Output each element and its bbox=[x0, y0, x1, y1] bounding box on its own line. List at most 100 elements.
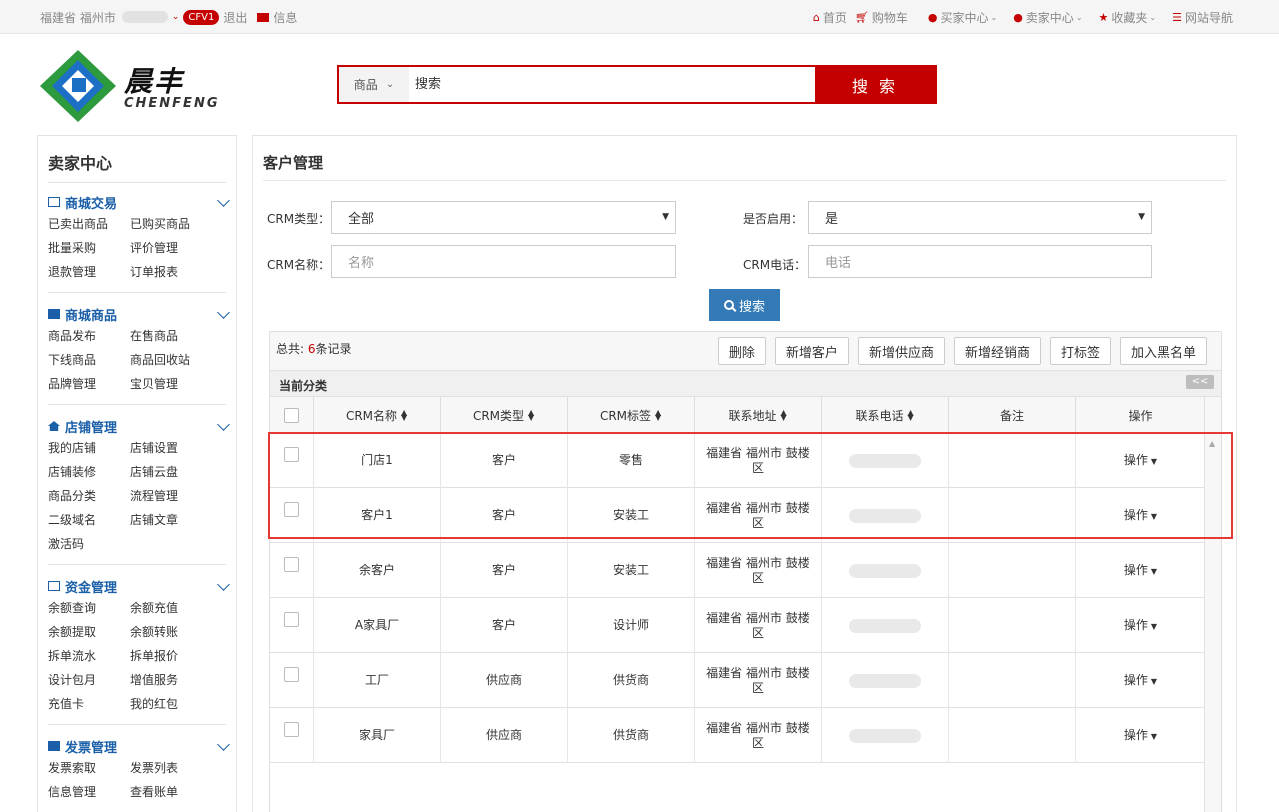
crm-phone-label: CRM电话： bbox=[743, 258, 807, 272]
cell-name: A家具厂 bbox=[314, 598, 441, 653]
seller-center-link[interactable]: ● 卖家中心 ⌄ bbox=[1013, 9, 1082, 26]
filter-search-button[interactable]: 搜索 bbox=[709, 289, 780, 321]
sidebar-item[interactable]: 商品回收站 bbox=[130, 348, 212, 372]
sidebar-item[interactable]: 已卖出商品 bbox=[48, 212, 130, 236]
sidebar-item[interactable]: 品牌管理 bbox=[48, 372, 130, 396]
search-category-select[interactable]: 商品 ⌄ bbox=[339, 67, 409, 102]
sidebar-item[interactable]: 拆单报价 bbox=[130, 644, 212, 668]
chevron-down-icon[interactable]: ⌄ bbox=[172, 12, 180, 22]
collapse-button[interactable]: << bbox=[1186, 375, 1214, 389]
cell-name: 门店1 bbox=[314, 433, 441, 488]
row-checkbox[interactable] bbox=[284, 667, 299, 682]
sidebar-item[interactable]: 我的红包 bbox=[130, 692, 212, 716]
sidebar-item[interactable]: 激活码 bbox=[48, 532, 130, 556]
operation-dropdown[interactable]: 操作 ▼ bbox=[1076, 488, 1205, 543]
location-text[interactable]: 福建省 福州市 bbox=[40, 9, 116, 26]
sidebar-section-header[interactable]: 资金管理 bbox=[48, 576, 230, 596]
operation-dropdown[interactable]: 操作 ▼ bbox=[1076, 708, 1205, 763]
crm-name-input[interactable]: 名称 bbox=[331, 245, 676, 278]
sidebar-item[interactable]: 我的店铺 bbox=[48, 436, 130, 460]
sidebar-item[interactable]: 设计包月 bbox=[48, 668, 130, 692]
logo-text: 晨丰 bbox=[124, 65, 185, 98]
sidebar-item[interactable]: 充值卡 bbox=[48, 692, 130, 716]
col-header-phone[interactable]: 联系电话 ▲ ▼ bbox=[822, 397, 949, 433]
sidebar-item[interactable]: 余额查询 bbox=[48, 596, 130, 620]
add-supplier-button[interactable]: 新增供应商 bbox=[857, 337, 945, 365]
caret-down-icon: ▼ bbox=[1150, 456, 1158, 466]
col-header-name[interactable]: CRM名称 ▲ ▼ bbox=[314, 397, 441, 433]
sidebar-section-header[interactable]: 商城交易 bbox=[48, 192, 230, 212]
row-checkbox[interactable] bbox=[284, 722, 299, 737]
crm-phone-input[interactable]: 电话 bbox=[808, 245, 1152, 278]
site-nav-link[interactable]: ☰ 网站导航 bbox=[1172, 9, 1233, 26]
table-row[interactable]: 门店1 客户 零售 福建省 福州市 鼓楼区 操作 ▼ bbox=[270, 433, 1205, 488]
sidebar-item[interactable]: 发票列表 bbox=[130, 756, 212, 780]
operation-dropdown[interactable]: 操作 ▼ bbox=[1076, 598, 1205, 653]
sidebar-item[interactable]: 余额转账 bbox=[130, 620, 212, 644]
sidebar-item[interactable]: 拆单流水 bbox=[48, 644, 130, 668]
home-link[interactable]: ⌂ 首页 bbox=[813, 9, 847, 26]
row-checkbox[interactable] bbox=[284, 447, 299, 462]
blacklist-button[interactable]: 加入黑名单 bbox=[1119, 337, 1207, 365]
crm-type-select[interactable]: 全部 ▼ bbox=[331, 201, 676, 234]
col-header-address[interactable]: 联系地址 ▲ ▼ bbox=[695, 397, 822, 433]
category-title: 当前分类 bbox=[279, 379, 328, 393]
col-header-type[interactable]: CRM类型 ▲ ▼ bbox=[441, 397, 568, 433]
sidebar-item[interactable]: 在售商品 bbox=[130, 324, 212, 348]
sidebar-item[interactable]: 店铺装修 bbox=[48, 460, 130, 484]
grid-header: CRM名称 ▲ ▼ CRM类型 ▲ ▼ CRM标签 ▲ ▼ 联系地址 ▲ ▼ 联系电话 ▲ ▼ 备注… bbox=[270, 397, 1205, 433]
scroll-up-icon[interactable]: ▲ bbox=[1209, 439, 1215, 448]
sidebar-item[interactable]: 查看账单 bbox=[130, 780, 212, 804]
logout-link[interactable]: 退出 bbox=[223, 9, 247, 26]
row-checkbox[interactable] bbox=[284, 502, 299, 517]
sidebar-section-header[interactable]: 商城商品 bbox=[48, 304, 230, 324]
buyer-center-link[interactable]: ● 买家中心 ⌄ bbox=[928, 9, 997, 26]
sidebar-item[interactable]: 宝贝管理 bbox=[130, 372, 212, 396]
sidebar-item[interactable]: 流程管理 bbox=[130, 484, 212, 508]
search-button[interactable]: 搜 索 bbox=[815, 67, 935, 102]
sidebar-item[interactable]: 余额提取 bbox=[48, 620, 130, 644]
message-link[interactable]: 信息 bbox=[273, 9, 297, 26]
sidebar-item[interactable]: 下线商品 bbox=[48, 348, 130, 372]
select-all-checkbox[interactable] bbox=[284, 407, 299, 423]
sidebar-item[interactable]: 订单报表 bbox=[130, 260, 212, 284]
sidebar-item[interactable]: 已购买商品 bbox=[130, 212, 212, 236]
table-row[interactable]: 工厂 供应商 供货商 福建省 福州市 鼓楼区 操作 ▼ bbox=[270, 653, 1205, 708]
sidebar-item[interactable]: 商品发布 bbox=[48, 324, 130, 348]
tag-button[interactable]: 打标签 bbox=[1049, 337, 1111, 365]
table-row[interactable]: 余客户 客户 安装工 福建省 福州市 鼓楼区 操作 ▼ bbox=[270, 543, 1205, 598]
row-checkbox[interactable] bbox=[284, 612, 299, 627]
operation-dropdown[interactable]: 操作 ▼ bbox=[1076, 543, 1205, 598]
table-row[interactable]: 客户1 客户 安装工 福建省 福州市 鼓楼区 操作 ▼ bbox=[270, 488, 1205, 543]
sidebar-item[interactable]: 增值服务 bbox=[130, 668, 212, 692]
search-input[interactable] bbox=[409, 67, 815, 102]
table-row[interactable]: A家具厂 客户 设计师 福建省 福州市 鼓楼区 操作 ▼ bbox=[270, 598, 1205, 653]
add-customer-button[interactable]: 新增客户 bbox=[774, 337, 849, 365]
sidebar-section-header[interactable]: 店铺管理 bbox=[48, 416, 230, 436]
sidebar-item[interactable]: 批量采购 bbox=[48, 236, 130, 260]
operation-dropdown[interactable]: 操作 ▼ bbox=[1076, 433, 1205, 488]
row-checkbox[interactable] bbox=[284, 557, 299, 572]
vertical-scrollbar[interactable]: ▲ bbox=[1204, 397, 1221, 812]
vip-badge[interactable]: CFV1 bbox=[183, 9, 220, 25]
cart-link[interactable]: 🛒︎ 购物车 bbox=[855, 9, 908, 26]
sidebar-item[interactable]: 余额充值 bbox=[130, 596, 212, 620]
operation-dropdown[interactable]: 操作 ▼ bbox=[1076, 653, 1205, 708]
sidebar-item[interactable]: 二级域名 bbox=[48, 508, 130, 532]
table-row[interactable]: 家具厂 供应商 供货商 福建省 福州市 鼓楼区 操作 ▼ bbox=[270, 708, 1205, 763]
col-header-tag[interactable]: CRM标签 ▲ ▼ bbox=[568, 397, 695, 433]
sidebar-item[interactable]: 商品分类 bbox=[48, 484, 130, 508]
sidebar-item[interactable]: 店铺云盘 bbox=[130, 460, 212, 484]
sidebar-item[interactable]: 店铺文章 bbox=[130, 508, 212, 532]
sidebar-item[interactable]: 退款管理 bbox=[48, 260, 130, 284]
enabled-select[interactable]: 是 ▼ bbox=[808, 201, 1152, 234]
sidebar-item[interactable]: 店铺设置 bbox=[130, 436, 212, 460]
favorites-link[interactable]: ★ 收藏夹 ⌄ bbox=[1099, 9, 1157, 26]
site-logo[interactable]: 晨丰 CHENFENG bbox=[38, 48, 238, 124]
delete-button[interactable]: 删除 bbox=[717, 337, 766, 365]
sidebar-item[interactable]: 评价管理 bbox=[130, 236, 212, 260]
sidebar-item[interactable]: 信息管理 bbox=[48, 780, 130, 804]
sidebar-item[interactable]: 发票索取 bbox=[48, 756, 130, 780]
add-dealer-button[interactable]: 新增经销商 bbox=[953, 337, 1041, 365]
sidebar-section-header[interactable]: 发票管理 bbox=[48, 736, 230, 756]
